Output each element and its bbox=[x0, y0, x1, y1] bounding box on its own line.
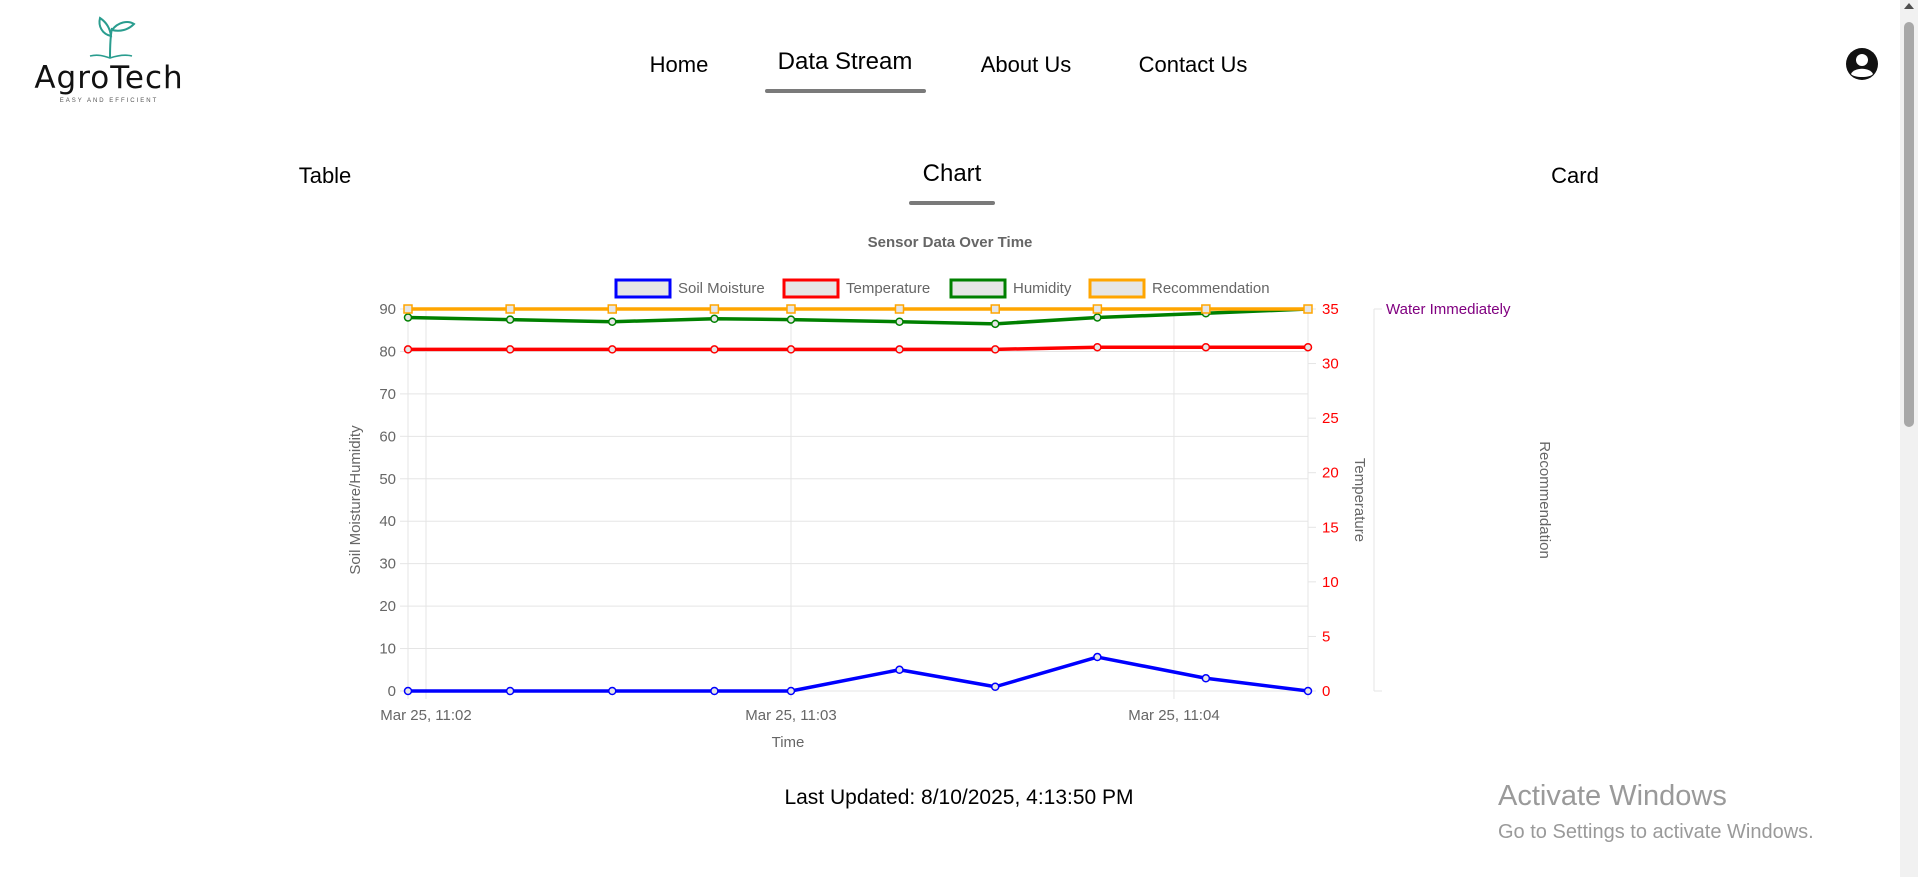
nav-item-contact-us[interactable]: Contact Us bbox=[1139, 52, 1248, 78]
data-point-soil-moisture bbox=[505, 686, 515, 696]
y-left-tick-label: 70 bbox=[379, 386, 396, 403]
data-point-soil-moisture bbox=[710, 686, 719, 696]
y-left-tick-label: 50 bbox=[379, 471, 396, 488]
data-point-temperature bbox=[1201, 342, 1211, 352]
data-point-recommendation bbox=[894, 304, 905, 314]
data-point-soil-moisture bbox=[1093, 652, 1102, 662]
series-line-humidity bbox=[407, 307, 1309, 326]
data-point-soil-moisture bbox=[786, 686, 796, 696]
legend-label-soil-moisture: Soil Moisture bbox=[678, 280, 765, 297]
data-point-recommendation bbox=[607, 304, 618, 314]
y-right-tick-label: 15 bbox=[1322, 519, 1339, 536]
y-left-tick-label: 10 bbox=[379, 641, 396, 658]
data-point-recommendation bbox=[505, 304, 515, 314]
user-circle-icon bbox=[1846, 48, 1878, 80]
x-tick-label: Mar 25, 11:02 bbox=[380, 707, 471, 724]
data-point-humidity bbox=[608, 317, 617, 326]
scroll-thumb[interactable] bbox=[1904, 22, 1914, 427]
recommendation-axis-label: Recommendation bbox=[1536, 441, 1553, 559]
y-right-tick-label: 0 bbox=[1322, 683, 1330, 700]
tab-chart[interactable]: Chart bbox=[923, 160, 982, 188]
y-right-tick-label: 30 bbox=[1322, 356, 1339, 373]
tab-card[interactable]: Card bbox=[1551, 163, 1599, 189]
legend-swatch-soil-moisture bbox=[614, 278, 672, 299]
scroll-up-arrow-icon[interactable] bbox=[1904, 3, 1914, 9]
data-point-recommendation bbox=[786, 304, 796, 314]
page-scrollbar[interactable] bbox=[1900, 0, 1918, 877]
data-point-soil-moisture bbox=[403, 686, 413, 696]
nav-item-home[interactable]: Home bbox=[650, 52, 709, 78]
data-point-recommendation bbox=[403, 304, 413, 314]
legend-label-humidity: Humidity bbox=[1013, 280, 1072, 297]
data-point-humidity bbox=[1093, 313, 1102, 322]
data-point-recommendation bbox=[990, 304, 1000, 314]
main-nav: Home Data Stream About Us Contact Us bbox=[0, 48, 1918, 102]
x-tick-label: Mar 25, 11:03 bbox=[745, 707, 836, 724]
y-left-tick-label: 90 bbox=[379, 301, 396, 318]
nav-active-indicator bbox=[765, 89, 926, 93]
x-axis-label: Time bbox=[772, 734, 805, 751]
data-point-humidity bbox=[786, 315, 796, 324]
nav-item-data-stream[interactable]: Data Stream bbox=[778, 48, 913, 76]
data-point-temperature bbox=[990, 345, 1000, 354]
y-left-tick-label: 60 bbox=[379, 428, 396, 445]
chart-title: Sensor Data Over Time bbox=[868, 234, 1033, 251]
y-left-tick-label: 40 bbox=[379, 513, 396, 530]
chart-svg: Sensor Data Over Time Soil Moisture Temper… bbox=[347, 234, 1553, 751]
data-point-humidity bbox=[710, 314, 719, 324]
data-point-temperature bbox=[786, 345, 796, 354]
data-point-recommendation bbox=[1201, 304, 1211, 314]
activate-windows-subtitle: Go to Settings to activate Windows. bbox=[1498, 821, 1814, 843]
data-point-soil-moisture bbox=[990, 682, 1000, 692]
data-point-soil-moisture bbox=[1201, 674, 1211, 683]
data-point-humidity bbox=[895, 317, 904, 326]
activate-windows-title: Activate Windows bbox=[1498, 780, 1727, 812]
y-right-axis-label: Temperature bbox=[1351, 458, 1368, 542]
y-left-tick-label: 30 bbox=[379, 556, 396, 573]
y-left-tick-label: 20 bbox=[379, 598, 396, 615]
data-point-humidity bbox=[990, 319, 1000, 329]
data-point-soil-moisture bbox=[1303, 686, 1313, 696]
page: AgroTech EASY AND EFFICIENT Home Data St… bbox=[0, 0, 1918, 877]
data-point-temperature bbox=[505, 345, 515, 354]
data-point-temperature bbox=[1303, 342, 1313, 352]
tab-table[interactable]: Table bbox=[299, 163, 352, 189]
tab-active-indicator bbox=[909, 201, 995, 205]
y-right-tick-label: 5 bbox=[1322, 628, 1330, 645]
data-point-recommendation bbox=[709, 304, 720, 314]
legend-swatch-recommendation bbox=[1088, 278, 1146, 299]
y-left-axis-label: Soil Moisture/Humidity bbox=[347, 425, 364, 575]
y-right-tick-label: 20 bbox=[1322, 465, 1339, 482]
y-left-tick-label: 80 bbox=[379, 343, 396, 360]
data-point-soil-moisture bbox=[895, 665, 904, 675]
data-point-temperature bbox=[710, 345, 719, 354]
legend-swatch-humidity bbox=[949, 278, 1007, 299]
legend-label-temperature: Temperature bbox=[846, 280, 930, 297]
data-point-temperature bbox=[608, 345, 617, 354]
sensor-chart: Sensor Data Over Time Soil Moisture Temper… bbox=[330, 225, 1600, 765]
data-point-humidity bbox=[403, 313, 413, 322]
nav-item-about-us[interactable]: About Us bbox=[981, 52, 1072, 78]
data-point-temperature bbox=[403, 345, 413, 354]
data-point-humidity bbox=[505, 315, 515, 324]
series-line-temperature bbox=[408, 345, 1308, 352]
legend-swatch-temperature bbox=[782, 278, 840, 299]
y-right-tick-label: 10 bbox=[1322, 574, 1339, 591]
user-account-button[interactable] bbox=[1845, 47, 1879, 81]
data-point-soil-moisture bbox=[608, 686, 617, 696]
y-right-tick-label: 25 bbox=[1322, 410, 1339, 427]
legend-label-recommendation: Recommendation bbox=[1152, 280, 1270, 297]
series-line-soil-moisture bbox=[408, 655, 1309, 693]
recommendation-tick-label: Water Immediately bbox=[1386, 301, 1511, 318]
data-point-temperature bbox=[895, 345, 904, 354]
data-point-recommendation bbox=[1303, 304, 1313, 314]
y-left-tick-label: 0 bbox=[388, 683, 396, 700]
data-point-temperature bbox=[1093, 342, 1102, 352]
y-right-tick-label: 35 bbox=[1322, 301, 1339, 318]
x-tick-label: Mar 25, 11:04 bbox=[1128, 707, 1219, 724]
data-point-recommendation bbox=[1092, 304, 1103, 314]
